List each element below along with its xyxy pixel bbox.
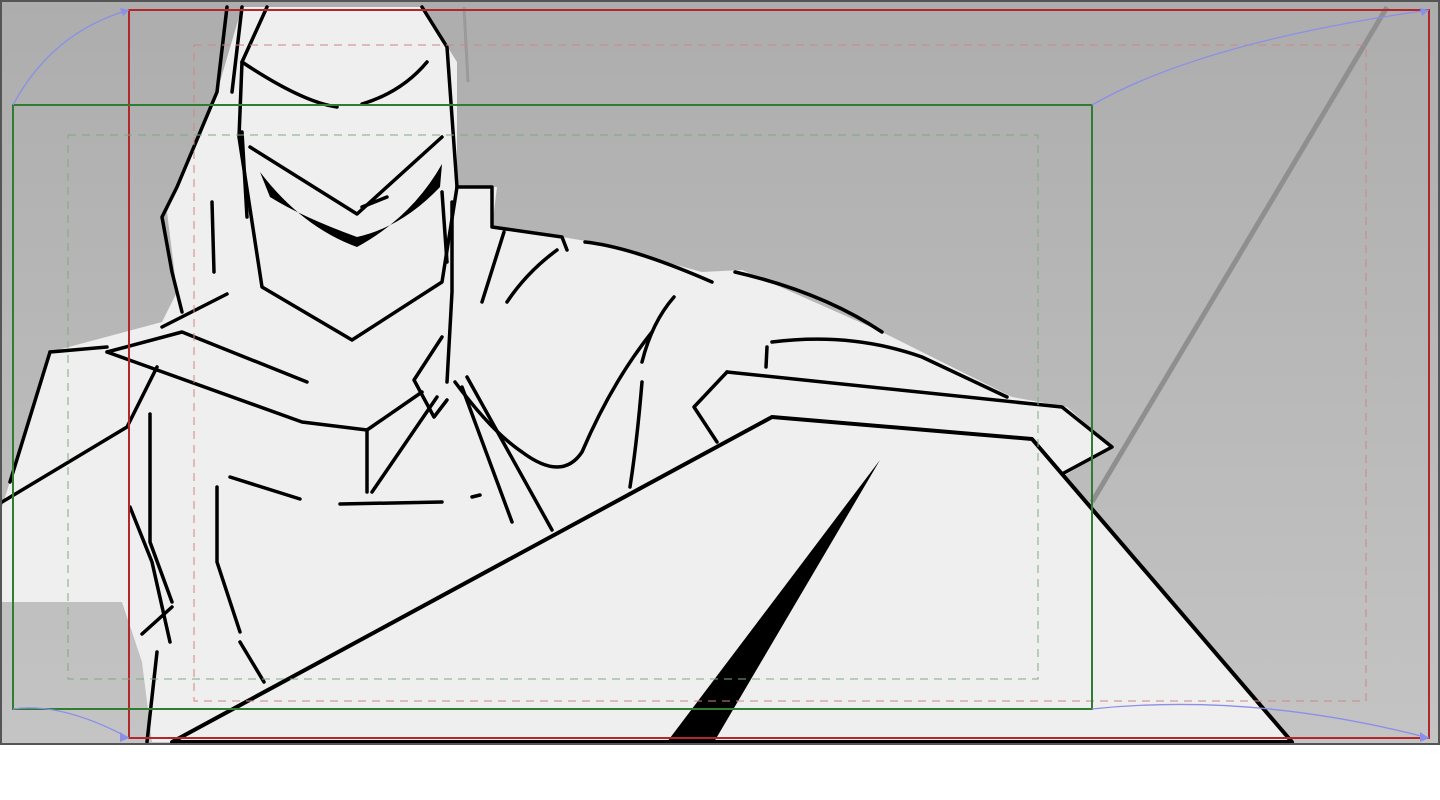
- storyboard-panel-drawing: [2, 2, 1438, 743]
- empty-area-below-canvas: [0, 745, 1440, 800]
- storyboard-canvas[interactable]: [0, 0, 1440, 745]
